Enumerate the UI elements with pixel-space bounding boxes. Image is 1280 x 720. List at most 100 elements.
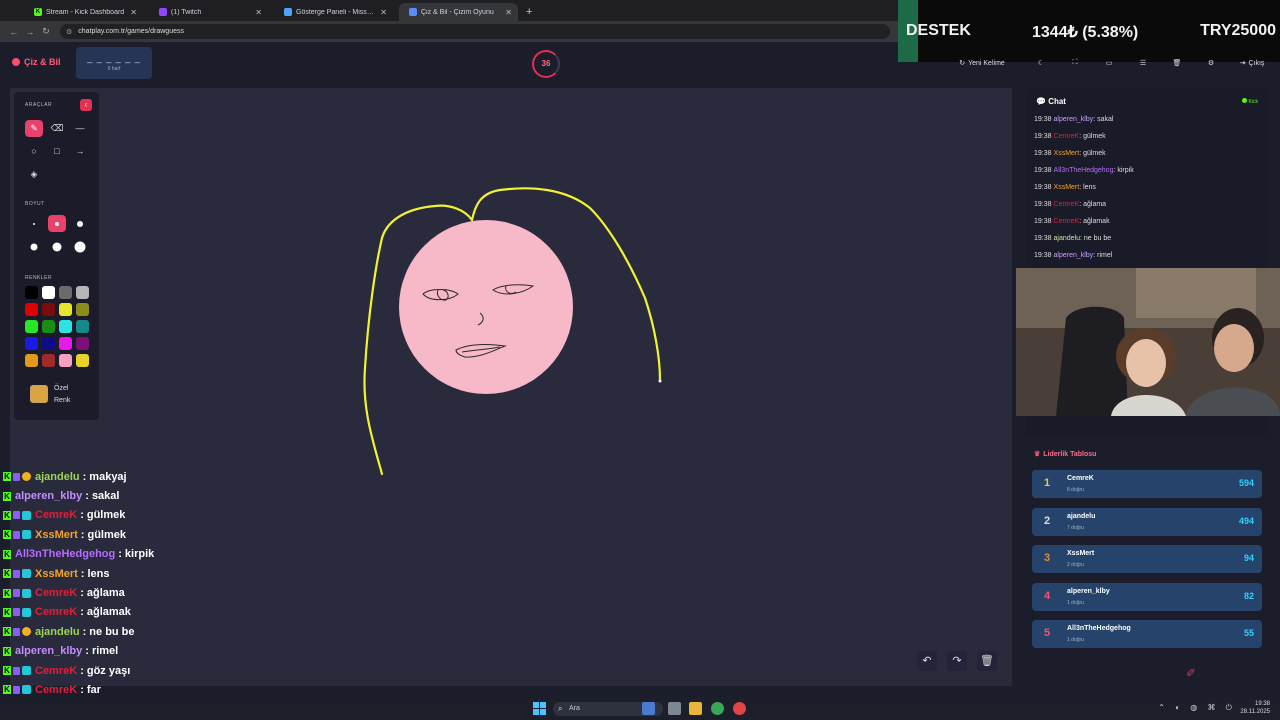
color-swatch[interactable] [59, 320, 72, 333]
eraser-tool-icon[interactable]: ⌫ [48, 120, 66, 137]
taskbar-app-icon[interactable] [668, 702, 681, 715]
chat-message-text: ne bu be [89, 625, 135, 638]
chat-username: alperen_klby [15, 490, 83, 503]
line-tool-icon[interactable]: — [71, 120, 89, 137]
arrow-tool-icon[interactable]: → [71, 143, 89, 160]
close-tab-icon[interactable]: ✕ [130, 8, 137, 17]
size-option-5[interactable] [48, 238, 66, 255]
color-swatch[interactable] [59, 303, 72, 316]
color-swatch[interactable] [76, 286, 89, 299]
stroke-dot [658, 379, 662, 383]
browser-tab-twitch[interactable]: (1) Twitch ✕ [149, 3, 268, 21]
close-tab-icon[interactable]: ✕ [380, 8, 387, 17]
circle-tool-icon[interactable]: ○ [25, 143, 43, 160]
size-option-3[interactable] [71, 215, 89, 232]
site-info-icon[interactable]: ⚙ [66, 28, 72, 36]
redo-icon[interactable]: ↷ [947, 651, 967, 671]
browser-tab-drawgame[interactable]: Çiz & Bil - Çizim Oyunu ✕ [399, 3, 518, 21]
color-swatch[interactable] [42, 303, 55, 316]
size-option-6[interactable] [71, 238, 89, 255]
chat-message-text: lens [1083, 184, 1096, 191]
file-explorer-icon[interactable] [689, 702, 702, 715]
task-view-icon[interactable] [642, 702, 655, 715]
app-brand[interactable]: Çiz & Bil [12, 57, 61, 67]
color-swatch[interactable] [76, 303, 89, 316]
color-swatch[interactable] [76, 337, 89, 350]
leaderboard-correct-count: 1 doğru [1067, 599, 1084, 606]
windows-start-icon[interactable] [533, 702, 546, 715]
chat-message-text: ağlama [86, 587, 125, 600]
monitor-button[interactable]: ▭ [1092, 53, 1126, 73]
list-button[interactable]: ☰ [1126, 53, 1160, 73]
subscriber-badge-icon [22, 530, 31, 540]
screen: K Stream - Kick Dashboard ✕ (1) Twitch ✕… [0, 0, 1280, 720]
trash-button[interactable]: 🗑 [1160, 53, 1194, 73]
size-option-4[interactable] [25, 238, 43, 255]
color-swatch[interactable] [42, 337, 55, 350]
color-swatch[interactable] [76, 320, 89, 333]
color-swatch[interactable] [76, 354, 89, 367]
gear-icon: ⚙ [1207, 60, 1215, 67]
chat-message-text: far [86, 683, 101, 696]
back-icon[interactable]: ← [6, 27, 22, 37]
color-swatch[interactable] [59, 337, 72, 350]
collapse-icon[interactable]: ‹ [80, 99, 92, 111]
color-swatch[interactable] [25, 354, 38, 367]
twitch-favicon-icon [159, 8, 167, 16]
leaderboard-title-text: Liderlik Tablosu [1043, 451, 1097, 458]
size-option-1[interactable] [25, 215, 43, 232]
custom-color-label: Özel Renk [54, 385, 71, 404]
exit-button[interactable]: ⇥ Çıkış [1228, 53, 1276, 73]
color-swatch[interactable] [42, 320, 55, 333]
leaderboard-rank: 3 [1044, 552, 1051, 564]
game-toolbar: ↻ Yeni Kelime ☾ ⛶ ▭ ☰ 🗑 ⚙ ⇥ Çıkış [940, 53, 1276, 73]
chat-separator: : [80, 664, 84, 677]
stream-chat-row: Kajandelu: makyaj [0, 467, 300, 486]
gear-button[interactable]: ⚙ [1194, 53, 1228, 73]
chat-username: All3nTheHedgehog [15, 548, 116, 561]
moon-button[interactable]: ☾ [1024, 53, 1058, 73]
chat-separator: : [80, 509, 84, 522]
chat-message-text: ne bu be [1083, 235, 1112, 242]
taskbar-clock[interactable]: 19:38 28.11.2025 [1240, 700, 1270, 716]
color-swatch[interactable] [42, 286, 55, 299]
stream-chat-row: K CemreK: far [0, 680, 300, 699]
brand-logo-icon: ✐ [1186, 666, 1197, 680]
browser-tab-dashboard[interactable]: Gösterge Paneli - MissXss AI Bo ✕ [274, 3, 393, 21]
chrome-icon[interactable] [711, 702, 724, 715]
tools-title: ARAÇLAR [25, 102, 53, 108]
chat-message-text: sakal [91, 490, 120, 503]
new-tab-icon[interactable]: + [526, 3, 532, 21]
close-tab-icon[interactable]: ✕ [505, 8, 512, 17]
color-swatch[interactable] [59, 286, 72, 299]
url-field[interactable]: ⚙ chatplay.com.tr/games/drawguess [60, 24, 890, 39]
fill-bucket-icon[interactable]: ◈ [25, 166, 43, 183]
stream-chat-row: K XssMert: lens [0, 564, 300, 583]
undo-icon[interactable]: ↶ [917, 651, 937, 671]
system-tray[interactable]: ⌃ ◐ ◍ ⌘ ⏻ [1158, 703, 1236, 713]
close-tab-icon[interactable]: ✕ [255, 8, 262, 17]
chat-separator: : [82, 470, 87, 483]
color-swatch[interactable] [25, 337, 38, 350]
forward-icon[interactable]: → [22, 27, 38, 37]
color-swatch[interactable] [59, 354, 72, 367]
size-option-2[interactable] [48, 215, 66, 232]
reload-icon[interactable]: ↻ [38, 26, 54, 37]
clear-canvas-icon[interactable]: 🗑 [977, 651, 997, 671]
fullscreen-button[interactable]: ⛶ [1058, 53, 1092, 73]
taskbar-app-red-icon[interactable] [733, 702, 746, 715]
custom-color-swatch[interactable] [30, 385, 48, 403]
subscriber-badge-icon [22, 588, 31, 598]
color-swatch[interactable] [25, 303, 38, 316]
color-swatch[interactable] [25, 286, 38, 299]
refresh-button[interactable]: ↻ Yeni Kelime [940, 53, 1024, 73]
rectangle-tool-icon[interactable]: □ [48, 143, 66, 160]
browser-tab-kick[interactable]: K Stream - Kick Dashboard ✕ [24, 3, 143, 21]
color-swatch[interactable] [42, 354, 55, 367]
chat-message: 19:38 ajandelu: ne bu be [1034, 235, 1260, 252]
pencil-tool-icon[interactable]: ✎ [25, 120, 43, 137]
chat-message-text: lens [87, 567, 110, 580]
color-swatch[interactable] [25, 320, 38, 333]
gift-badge-icon [22, 472, 31, 482]
kick-badge-icon: K [3, 607, 11, 617]
